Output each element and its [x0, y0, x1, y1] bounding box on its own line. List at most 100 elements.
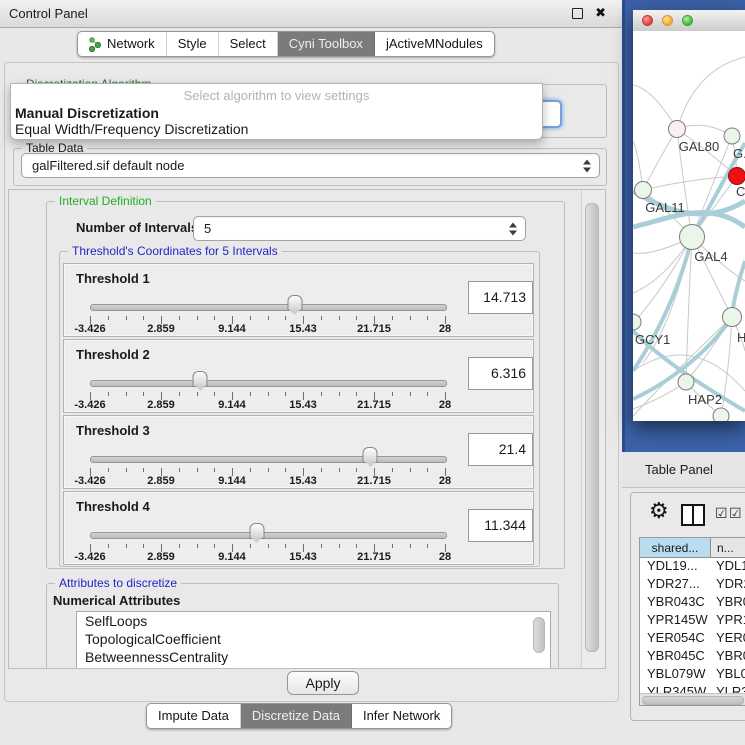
tick-mark	[268, 468, 269, 472]
tick-label: 9.144	[218, 475, 246, 487]
tab-style[interactable]: Style	[167, 32, 219, 56]
table-row[interactable]: YDR27...YDR2...	[640, 576, 745, 594]
tick-mark	[126, 316, 127, 320]
horizontal-scrollbar-track[interactable]	[640, 693, 745, 705]
checkbox-icon[interactable]: ☑	[715, 505, 728, 522]
number-of-intervals-combobox[interactable]: 5	[193, 216, 526, 241]
algorithm-option-manual[interactable]: Manual Discretization	[15, 105, 538, 121]
attribute-item[interactable]: TopologicalCoefficient	[77, 630, 550, 648]
node-gal80[interactable]	[669, 121, 686, 138]
tick-mark	[179, 392, 180, 396]
numerical-attributes-label: Numerical Attributes	[53, 593, 180, 608]
float-window-icon[interactable]	[572, 8, 583, 19]
tick-mark	[197, 544, 198, 548]
table-row[interactable]: YPR145WYPR1...	[640, 612, 745, 630]
table-row[interactable]: YDL19...YDL1...	[640, 558, 745, 576]
node-selected-red[interactable]	[729, 168, 745, 185]
threshold-slider-track[interactable]	[90, 380, 447, 387]
tick-label: 28	[439, 323, 451, 335]
threshold-slider-track[interactable]	[90, 456, 447, 463]
node-label-g: G.	[733, 146, 745, 161]
tab-impute-data[interactable]: Impute Data	[147, 704, 241, 728]
number-of-intervals-value: 5	[204, 221, 211, 236]
tick-mark	[108, 392, 109, 396]
table-cell[interactable]: YDL1...	[711, 558, 745, 576]
column-layout-icon[interactable]	[681, 504, 705, 526]
node-hap2[interactable]	[678, 374, 694, 390]
slider-thumb[interactable]	[363, 447, 378, 463]
tab-jactivemnodules[interactable]: jActiveMNodules	[375, 32, 494, 56]
threshold-slider-track[interactable]	[90, 304, 447, 311]
tab-label: Network	[107, 32, 155, 56]
close-traffic-light[interactable]	[642, 15, 653, 26]
tick-label: 15.43	[289, 551, 317, 563]
table-cell[interactable]: YBL0...	[711, 666, 745, 684]
threshold-label: Threshold 3	[76, 423, 150, 438]
network-graph: GAL80 G. C GAL11 GAL4 GCY1 H HAP2	[633, 31, 745, 421]
network-window-titlebar[interactable]	[633, 10, 745, 32]
table-cell[interactable]: YBR043C	[640, 594, 711, 612]
tick-mark	[250, 392, 251, 396]
tab-select[interactable]: Select	[219, 32, 278, 56]
zoom-traffic-light[interactable]	[682, 15, 693, 26]
network-canvas[interactable]: GAL80 G. C GAL11 GAL4 GCY1 H HAP2	[633, 31, 745, 421]
column-header-shared[interactable]: shared...	[640, 538, 711, 558]
tab-cyni-toolbox[interactable]: Cyni Toolbox	[278, 32, 375, 56]
table-row[interactable]: YER054CYER0...	[640, 630, 745, 648]
tick-mark	[250, 316, 251, 320]
node-g[interactable]	[724, 128, 740, 144]
tick-mark	[268, 316, 269, 320]
minimize-traffic-light[interactable]	[662, 15, 673, 26]
node-gal4[interactable]	[680, 225, 705, 250]
table-cell[interactable]: YBR0...	[711, 648, 745, 666]
table-cell[interactable]: YER0...	[711, 630, 745, 648]
node-bottom[interactable]	[713, 408, 729, 421]
table-cell[interactable]: YDL19...	[640, 558, 711, 576]
attributes-list-scrollbar[interactable]	[533, 617, 545, 653]
table-data-combobox[interactable]: galFiltered.sif default node	[21, 153, 600, 178]
checkbox-icon[interactable]: ☑	[729, 505, 742, 522]
threshold-value-field[interactable]: 21.4	[468, 433, 533, 466]
tab-network[interactable]: Network	[78, 32, 167, 56]
column-header-name[interactable]: n...	[711, 538, 745, 558]
table-row[interactable]: YBL079WYBL0...	[640, 666, 745, 684]
node-gcy1[interactable]	[633, 314, 641, 330]
threshold-slider-track[interactable]	[90, 532, 447, 539]
horizontal-scrollbar-thumb[interactable]	[642, 696, 744, 705]
tab-label: jActiveMNodules	[386, 32, 483, 56]
table-cell[interactable]: YER054C	[640, 630, 711, 648]
table-row[interactable]: YBR045CYBR0...	[640, 648, 745, 666]
table-cell[interactable]: YDR27...	[640, 576, 711, 594]
apply-button[interactable]: Apply	[287, 671, 359, 695]
threshold-value-field[interactable]: 11.344	[468, 509, 533, 542]
node-h[interactable]	[723, 308, 742, 327]
numerical-attributes-list: SelfLoopsTopologicalCoefficientBetweenne…	[76, 611, 551, 669]
scrollbar-thumb[interactable]	[585, 203, 599, 652]
table-cell[interactable]: YBR0...	[711, 594, 745, 612]
table-cell[interactable]: YPR145W	[640, 612, 711, 630]
tab-discretize-data[interactable]: Discretize Data	[241, 704, 352, 728]
slider-thumb[interactable]	[249, 523, 264, 539]
attribute-item[interactable]: SelfLoops	[77, 612, 550, 630]
close-icon[interactable]: ✖	[595, 5, 606, 21]
table-row[interactable]: YBR043CYBR0...	[640, 594, 745, 612]
node-table: shared... n... YDL19...YDL1...YDR27...YD…	[639, 537, 745, 706]
slider-thumb[interactable]	[193, 371, 208, 387]
node-label-h: H	[737, 330, 745, 345]
tick-mark	[197, 316, 198, 320]
combo-stepper-icon	[582, 159, 591, 172]
table-cell[interactable]: YBL079W	[640, 666, 711, 684]
attribute-item[interactable]: BetweennessCentrality	[77, 648, 550, 666]
table-cell[interactable]: YBR045C	[640, 648, 711, 666]
table-cell[interactable]: YPR1...	[711, 612, 745, 630]
tick-mark	[285, 468, 286, 472]
threshold-value-field[interactable]: 6.316	[468, 357, 533, 390]
slider-thumb[interactable]	[287, 295, 302, 311]
tab-infer-network[interactable]: Infer Network	[352, 704, 451, 728]
algorithm-option-equal-width[interactable]: Equal Width/Frequency Discretization	[15, 121, 538, 137]
gear-icon[interactable]: ⚙	[649, 498, 669, 524]
tick-mark	[126, 544, 127, 548]
node-gal11[interactable]	[635, 182, 652, 199]
threshold-value-field[interactable]: 14.713	[468, 281, 533, 314]
table-cell[interactable]: YDR2...	[711, 576, 745, 594]
